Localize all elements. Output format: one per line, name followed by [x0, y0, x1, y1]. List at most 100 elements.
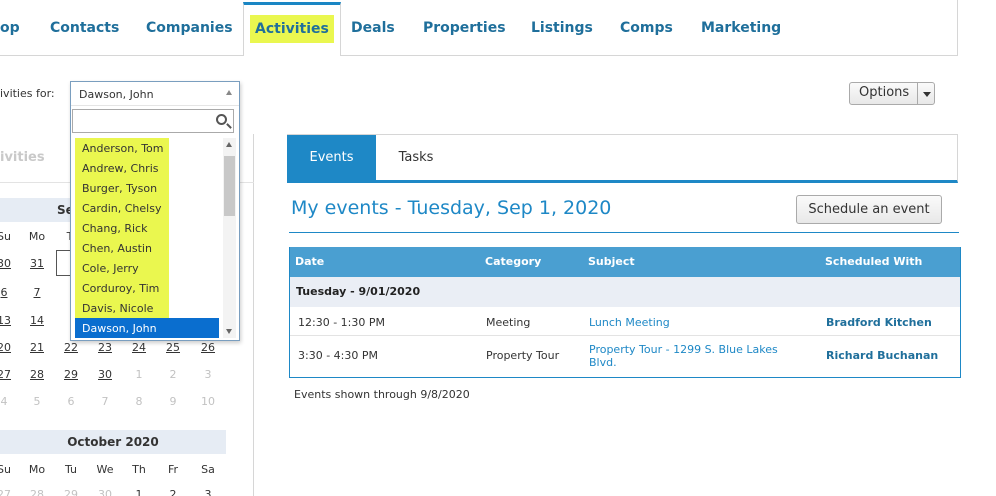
user-option[interactable]: Cole, Jerry: [75, 258, 219, 278]
events-tasks-tabbar: Events Tasks: [287, 134, 958, 183]
calendar-day[interactable]: 13: [0, 314, 19, 327]
calendar-day[interactable]: 2: [158, 368, 188, 381]
nav-tab-properties[interactable]: Properties: [423, 0, 506, 55]
user-option[interactable]: Corduroy, Tim: [75, 278, 219, 298]
user-options-list: Anderson, Tom Andrew, Chris Burger, Tyso…: [75, 138, 219, 338]
calendar-day[interactable]: 3: [193, 488, 223, 496]
calendar-day[interactable]: 26: [193, 341, 223, 354]
weekday-label: Mo: [28, 230, 46, 243]
options-label: Options: [859, 85, 910, 100]
scroll-down-icon[interactable]: [226, 329, 232, 334]
calendar-day[interactable]: 23: [90, 341, 120, 354]
table-group-row: Tuesday - 9/01/2020: [290, 277, 960, 307]
table-row[interactable]: 3:30 - 4:30 PM Property Tour Property To…: [290, 336, 960, 376]
user-option[interactable]: Chang, Rick: [75, 218, 219, 238]
calendar-day[interactable]: 27: [0, 368, 19, 381]
user-option-label: Chen, Austin: [75, 238, 169, 258]
top-navigation: op Contacts Companies Activities Deals P…: [0, 0, 958, 56]
event-contact-link[interactable]: Bradford Kitchen: [826, 316, 932, 329]
calendar-day[interactable]: 31: [22, 257, 52, 270]
column-header-subject[interactable]: Subject: [588, 255, 635, 268]
schedule-event-button[interactable]: Schedule an event: [796, 195, 942, 224]
search-icon: [216, 114, 227, 125]
calendar-day[interactable]: 10: [193, 395, 223, 408]
table-header: Date Category Subject Scheduled With: [290, 247, 960, 277]
nav-tab-marketing[interactable]: Marketing: [701, 0, 781, 55]
calendar-day[interactable]: 3: [193, 368, 223, 381]
calendar-day[interactable]: 7: [90, 395, 120, 408]
nav-tab-activities[interactable]: Activities: [243, 2, 341, 56]
user-option[interactable]: Burger, Tyson: [75, 178, 219, 198]
weekday-label: Th: [132, 463, 146, 476]
column-header-date[interactable]: Date: [295, 255, 324, 268]
calendar-day[interactable]: 7: [22, 286, 52, 299]
calendar-day[interactable]: 28: [22, 368, 52, 381]
event-category: Meeting: [486, 316, 531, 329]
calendar-day[interactable]: 9: [158, 395, 188, 408]
chevron-down-icon[interactable]: [923, 92, 931, 97]
calendar-day[interactable]: 5: [22, 395, 52, 408]
calendar-day[interactable]: 30: [90, 368, 120, 381]
calendar-day[interactable]: 29: [56, 368, 86, 381]
nav-tab-companies[interactable]: Companies: [146, 0, 233, 55]
calendar-day[interactable]: 28: [22, 488, 52, 496]
event-subject-link[interactable]: Property Tour - 1299 S. Blue Lakes: [589, 343, 778, 356]
user-option-label: Corduroy, Tim: [75, 278, 169, 298]
page-title: My events - Tuesday, Sep 1, 2020: [291, 197, 612, 219]
table-row[interactable]: 12:30 - 1:30 PM Meeting Lunch Meeting Br…: [290, 307, 960, 336]
weekday-label: Tu: [64, 463, 78, 476]
user-option-selected[interactable]: Dawson, John: [75, 318, 219, 338]
weekday-label: Fr: [167, 463, 179, 476]
user-option-label: Andrew, Chris: [75, 158, 169, 178]
user-select-dropdown[interactable]: Dawson, John Anderson, Tom Andrew, Chris…: [70, 81, 240, 341]
user-option-label: Chang, Rick: [75, 218, 169, 238]
column-header-scheduled-with[interactable]: Scheduled With: [825, 255, 922, 268]
options-button[interactable]: Options: [849, 82, 935, 105]
calendar-day[interactable]: 1: [124, 368, 154, 381]
calendar-day[interactable]: 8: [124, 395, 154, 408]
event-contact-link[interactable]: Richard Buchanan: [826, 349, 938, 362]
calendar-day[interactable]: 29: [56, 488, 86, 496]
nav-tab-comps[interactable]: Comps: [620, 0, 673, 55]
calendar-day[interactable]: 6: [0, 286, 19, 299]
scroll-up-icon[interactable]: [226, 142, 232, 147]
user-option[interactable]: Anderson, Tom: [75, 138, 219, 158]
calendar-day[interactable]: 22: [56, 341, 86, 354]
nav-tab-desktop[interactable]: op: [0, 0, 20, 55]
calendar-day[interactable]: 25: [158, 341, 188, 354]
user-option[interactable]: Davis, Nicole: [75, 298, 219, 318]
calendar-day[interactable]: 27: [0, 488, 19, 496]
user-option[interactable]: Cardin, Chelsy: [75, 198, 219, 218]
user-search-input[interactable]: [72, 109, 234, 133]
calendar-day[interactable]: 30: [90, 488, 120, 496]
nav-tab-contacts[interactable]: Contacts: [50, 0, 119, 55]
event-subject-link-line2[interactable]: Blvd.: [589, 356, 617, 369]
calendar-day[interactable]: 2: [158, 488, 188, 496]
user-option[interactable]: Chen, Austin: [75, 238, 219, 258]
weekday-label: Su: [0, 230, 11, 243]
dropdown-scrollbar[interactable]: [223, 138, 236, 338]
nav-tab-listings[interactable]: Listings: [531, 0, 593, 55]
scrollbar-thumb[interactable]: [224, 156, 235, 216]
events-table: Date Category Subject Scheduled With Tue…: [289, 247, 961, 378]
user-option[interactable]: Andrew, Chris: [75, 158, 219, 178]
column-header-category[interactable]: Category: [485, 255, 541, 268]
calendar-day[interactable]: 6: [56, 395, 86, 408]
tab-tasks[interactable]: Tasks: [376, 135, 456, 181]
calendar-day[interactable]: 14: [22, 314, 52, 327]
calendar-day[interactable]: 20: [0, 341, 19, 354]
calendar-day[interactable]: 30: [0, 257, 19, 270]
event-time: 12:30 - 1:30 PM: [298, 316, 385, 329]
nav-tab-deals[interactable]: Deals: [351, 0, 395, 55]
calendar-day[interactable]: 24: [124, 341, 154, 354]
user-option-label: Davis, Nicole: [75, 298, 169, 318]
calendar-day[interactable]: 1: [124, 488, 154, 496]
calendar-day[interactable]: 21: [22, 341, 52, 354]
user-select-selected: Dawson, John: [79, 88, 154, 101]
calendar-day[interactable]: 4: [0, 395, 19, 408]
tab-events[interactable]: Events: [287, 135, 376, 181]
user-select-value[interactable]: Dawson, John: [71, 82, 239, 106]
divider: [917, 83, 918, 104]
event-subject-link[interactable]: Lunch Meeting: [589, 316, 670, 329]
events-shown-through: Events shown through 9/8/2020: [294, 388, 470, 401]
